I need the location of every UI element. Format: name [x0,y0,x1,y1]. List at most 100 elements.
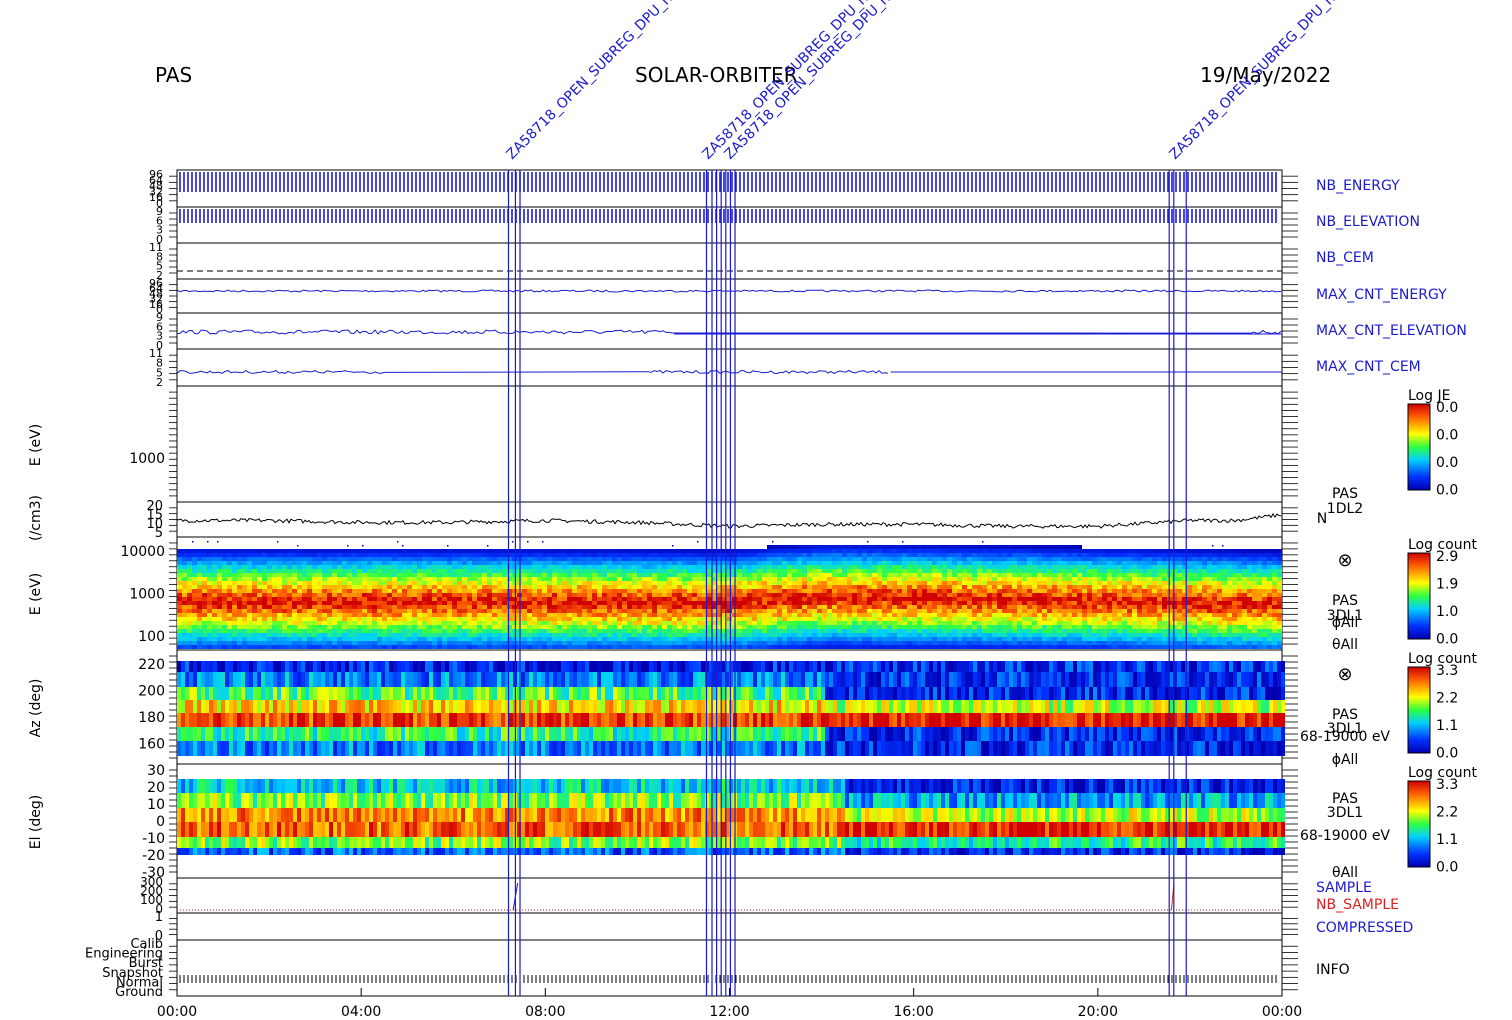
spectrogram-cell [797,597,802,601]
spectrogram-cell [212,613,217,617]
spectrogram-cell [902,561,907,565]
spectrogram-cell [487,577,492,581]
spectrogram-cell [192,569,197,573]
spectrogram-cell [372,645,377,649]
spectrogram-cell [632,621,637,625]
spectrogram-cell [807,625,812,629]
spectrogram-cell [227,633,232,637]
spectrogram-cell [822,569,827,573]
spectrogram-cell [237,589,242,593]
spectrogram-cell [797,621,802,625]
spectrogram-cell [577,569,582,573]
spectrogram-cell [417,565,422,569]
spectrogram-cell [257,613,262,617]
spectrogram-cell [917,589,922,593]
spectrogram-cell [387,585,392,589]
spectrogram-cell [692,621,697,625]
spectrogram-cell [592,629,597,633]
spectrogram-cell [392,573,397,577]
spectrogram-cell [662,625,667,629]
spectrogram-speck [207,541,209,543]
spectrogram-cell [927,593,932,597]
spectrogram-cell [642,573,647,577]
spectrogram-cell [707,597,712,601]
spectrogram-cell [682,645,687,649]
spectrogram-cell [912,645,917,649]
spectrogram-cell [572,625,577,629]
spectrogram-cell [672,573,677,577]
spectrogram-cell [452,645,457,649]
spectrogram-cell [892,609,897,613]
spectrogram-cell [882,585,887,589]
spectrogram-cell [637,617,642,621]
spectrogram-cell [292,597,297,601]
spectrogram-cell [452,581,457,585]
spectrogram-cell [897,585,902,589]
spectrogram-cell [942,569,947,573]
spectrogram-cell [417,597,422,601]
spectrogram-cell [667,629,672,633]
spectrogram-cell [482,565,487,569]
spectrogram-cell [557,625,562,629]
spectrogram-cell [907,613,912,617]
spectrogram-cell [352,601,357,605]
spectrogram-cell [767,577,772,581]
spectrogram-cell [282,561,287,565]
spectrogram-cell [192,629,197,633]
spectrogram-cell [677,573,682,577]
spectrogram-cell [687,641,692,645]
spectrogram-cell [907,577,912,581]
spectrogram-cell [937,633,942,637]
spectrogram-cell [877,569,882,573]
spectrogram-cell [372,565,377,569]
spectrogram-cell [817,569,822,573]
spectrogram-cell [962,605,967,609]
spectrogram-cell [397,589,402,593]
spectrogram-cell [887,641,892,645]
spectrogram-cell [617,557,622,561]
spectrogram-cell [497,621,502,625]
spectrogram-cell [282,593,287,597]
spectrogram-cell [932,573,937,577]
spectrogram-cell [872,597,877,601]
spectrogram-cell [502,569,507,573]
spectrogram-cell [297,573,302,577]
spectrogram-cell [912,609,917,613]
spectrogram-cell [532,625,537,629]
spectrogram-cell [827,557,832,561]
spectrogram-cell [932,609,937,613]
spectrogram-cell [207,553,212,557]
spectrogram-cell [567,585,572,589]
spectrogram-cell [687,609,692,613]
spectrogram-cell [477,585,482,589]
spectrogram-cell [907,617,912,621]
spectrogram-cell [757,553,762,557]
spectrogram-cell [242,581,247,585]
spectrogram-cell [907,569,912,573]
spectrogram-cell [177,609,182,613]
spectrogram-cell [467,573,472,577]
spectrogram-cell [952,565,957,569]
spectrogram-cell [852,617,857,621]
spectrogram-cell [972,573,977,577]
spectrogram-cell [807,637,812,641]
spectrogram-cell [527,573,532,577]
spectrogram-cell [352,565,357,569]
spectrogram-cell [232,621,237,625]
spectrogram-cell [287,569,292,573]
spectrogram-cell [462,573,467,577]
spectrogram-cell [272,597,277,601]
spectrogram-cell [807,609,812,613]
spectrogram-cell [542,569,547,573]
spectrogram-cell [747,549,752,553]
spectrogram-cell [782,593,787,597]
spectrogram-cell [342,613,347,617]
spectrogram-cell [882,625,887,629]
spectrogram-cell [362,573,367,577]
spectrogram-cell [507,573,512,577]
spectrogram-cell [962,613,967,617]
spectrogram-cell [937,569,942,573]
spectrogram-cell [287,581,292,585]
spectrogram-cell [622,617,627,621]
spectrogram-cell [352,609,357,613]
